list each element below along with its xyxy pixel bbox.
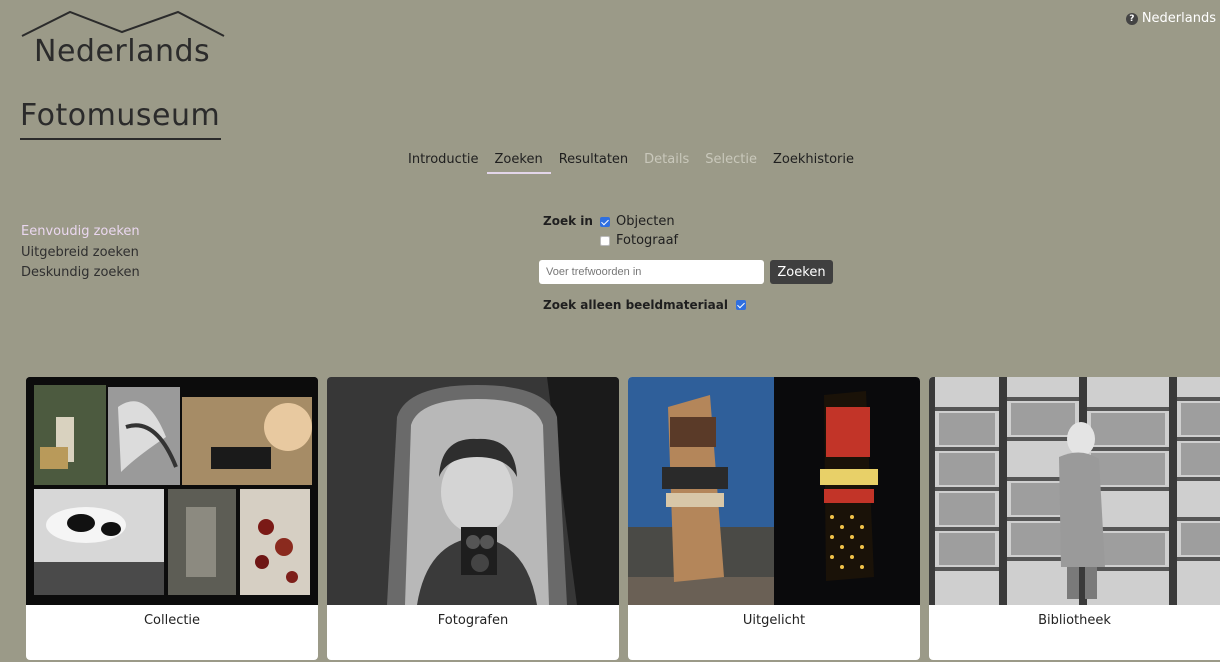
objecten-checkbox[interactable] [600, 216, 610, 227]
sidebar-item-deskundig[interactable]: Deskundig zoeken [21, 263, 140, 284]
search-button[interactable]: Zoeken [770, 260, 833, 284]
objecten-label: Objecten [616, 214, 675, 229]
card-fotografen[interactable]: Fotografen [327, 377, 619, 660]
sidebar-item-eenvoudig[interactable]: Eenvoudig zoeken [21, 222, 140, 243]
language-selector[interactable]: ? Nederlands [1125, 11, 1216, 26]
image-only-option[interactable]: Zoek alleen beeldmateriaal [543, 298, 746, 312]
card-caption: Bibliotheek [1038, 613, 1111, 628]
tab-details: Details [644, 152, 690, 167]
logo-underline [20, 138, 221, 140]
tab-selectie: Selectie [705, 152, 757, 167]
fotograaf-label: Fotograaf [616, 233, 679, 248]
image-only-label: Zoek alleen beeldmateriaal [543, 298, 728, 312]
card-bibliotheek[interactable]: Bibliotheek [929, 377, 1220, 660]
image-only-checkbox[interactable] [735, 300, 746, 310]
collectie-image [26, 377, 318, 605]
tab-zoekhistorie[interactable]: Zoekhistorie [765, 148, 862, 174]
logo-text-line2: Fotomuseum [20, 98, 221, 133]
help-icon: ? [1125, 12, 1138, 25]
fotografen-image [327, 377, 619, 605]
zoek-in-label: Zoek in [543, 214, 593, 228]
sidebar-item-uitgebreid[interactable]: Uitgebreid zoeken [21, 243, 140, 264]
option-objecten[interactable]: Objecten [600, 214, 675, 229]
card-uitgelicht[interactable]: Uitgelicht [628, 377, 920, 660]
uitgelicht-image [628, 377, 920, 605]
card-caption: Fotografen [437, 613, 509, 628]
card-collectie[interactable]: Collectie [26, 377, 318, 660]
main-tabs: Introductie Zoeken Resultaten Details Se… [400, 148, 862, 174]
option-fotograaf[interactable]: Fotograaf [600, 233, 678, 248]
museum-logo[interactable]: Nederlands Fotomuseum [20, 6, 230, 141]
fotograaf-checkbox[interactable] [600, 235, 610, 246]
logo-text-line1: Nederlands [34, 34, 211, 69]
tab-introductie[interactable]: Introductie [400, 148, 487, 174]
card-caption: Uitgelicht [742, 613, 806, 628]
search-mode-menu: Eenvoudig zoeken Uitgebreid zoeken Desku… [21, 222, 140, 284]
category-cards: Collectie Fotografen Uitgelicht Biblioth… [26, 377, 1220, 662]
tab-resultaten[interactable]: Resultaten [551, 148, 636, 174]
language-label: Nederlands [1141, 11, 1216, 26]
card-caption: Collectie [143, 613, 201, 628]
tab-zoeken[interactable]: Zoeken [486, 148, 551, 174]
bibliotheek-image [929, 377, 1220, 605]
search-input[interactable] [539, 260, 764, 284]
